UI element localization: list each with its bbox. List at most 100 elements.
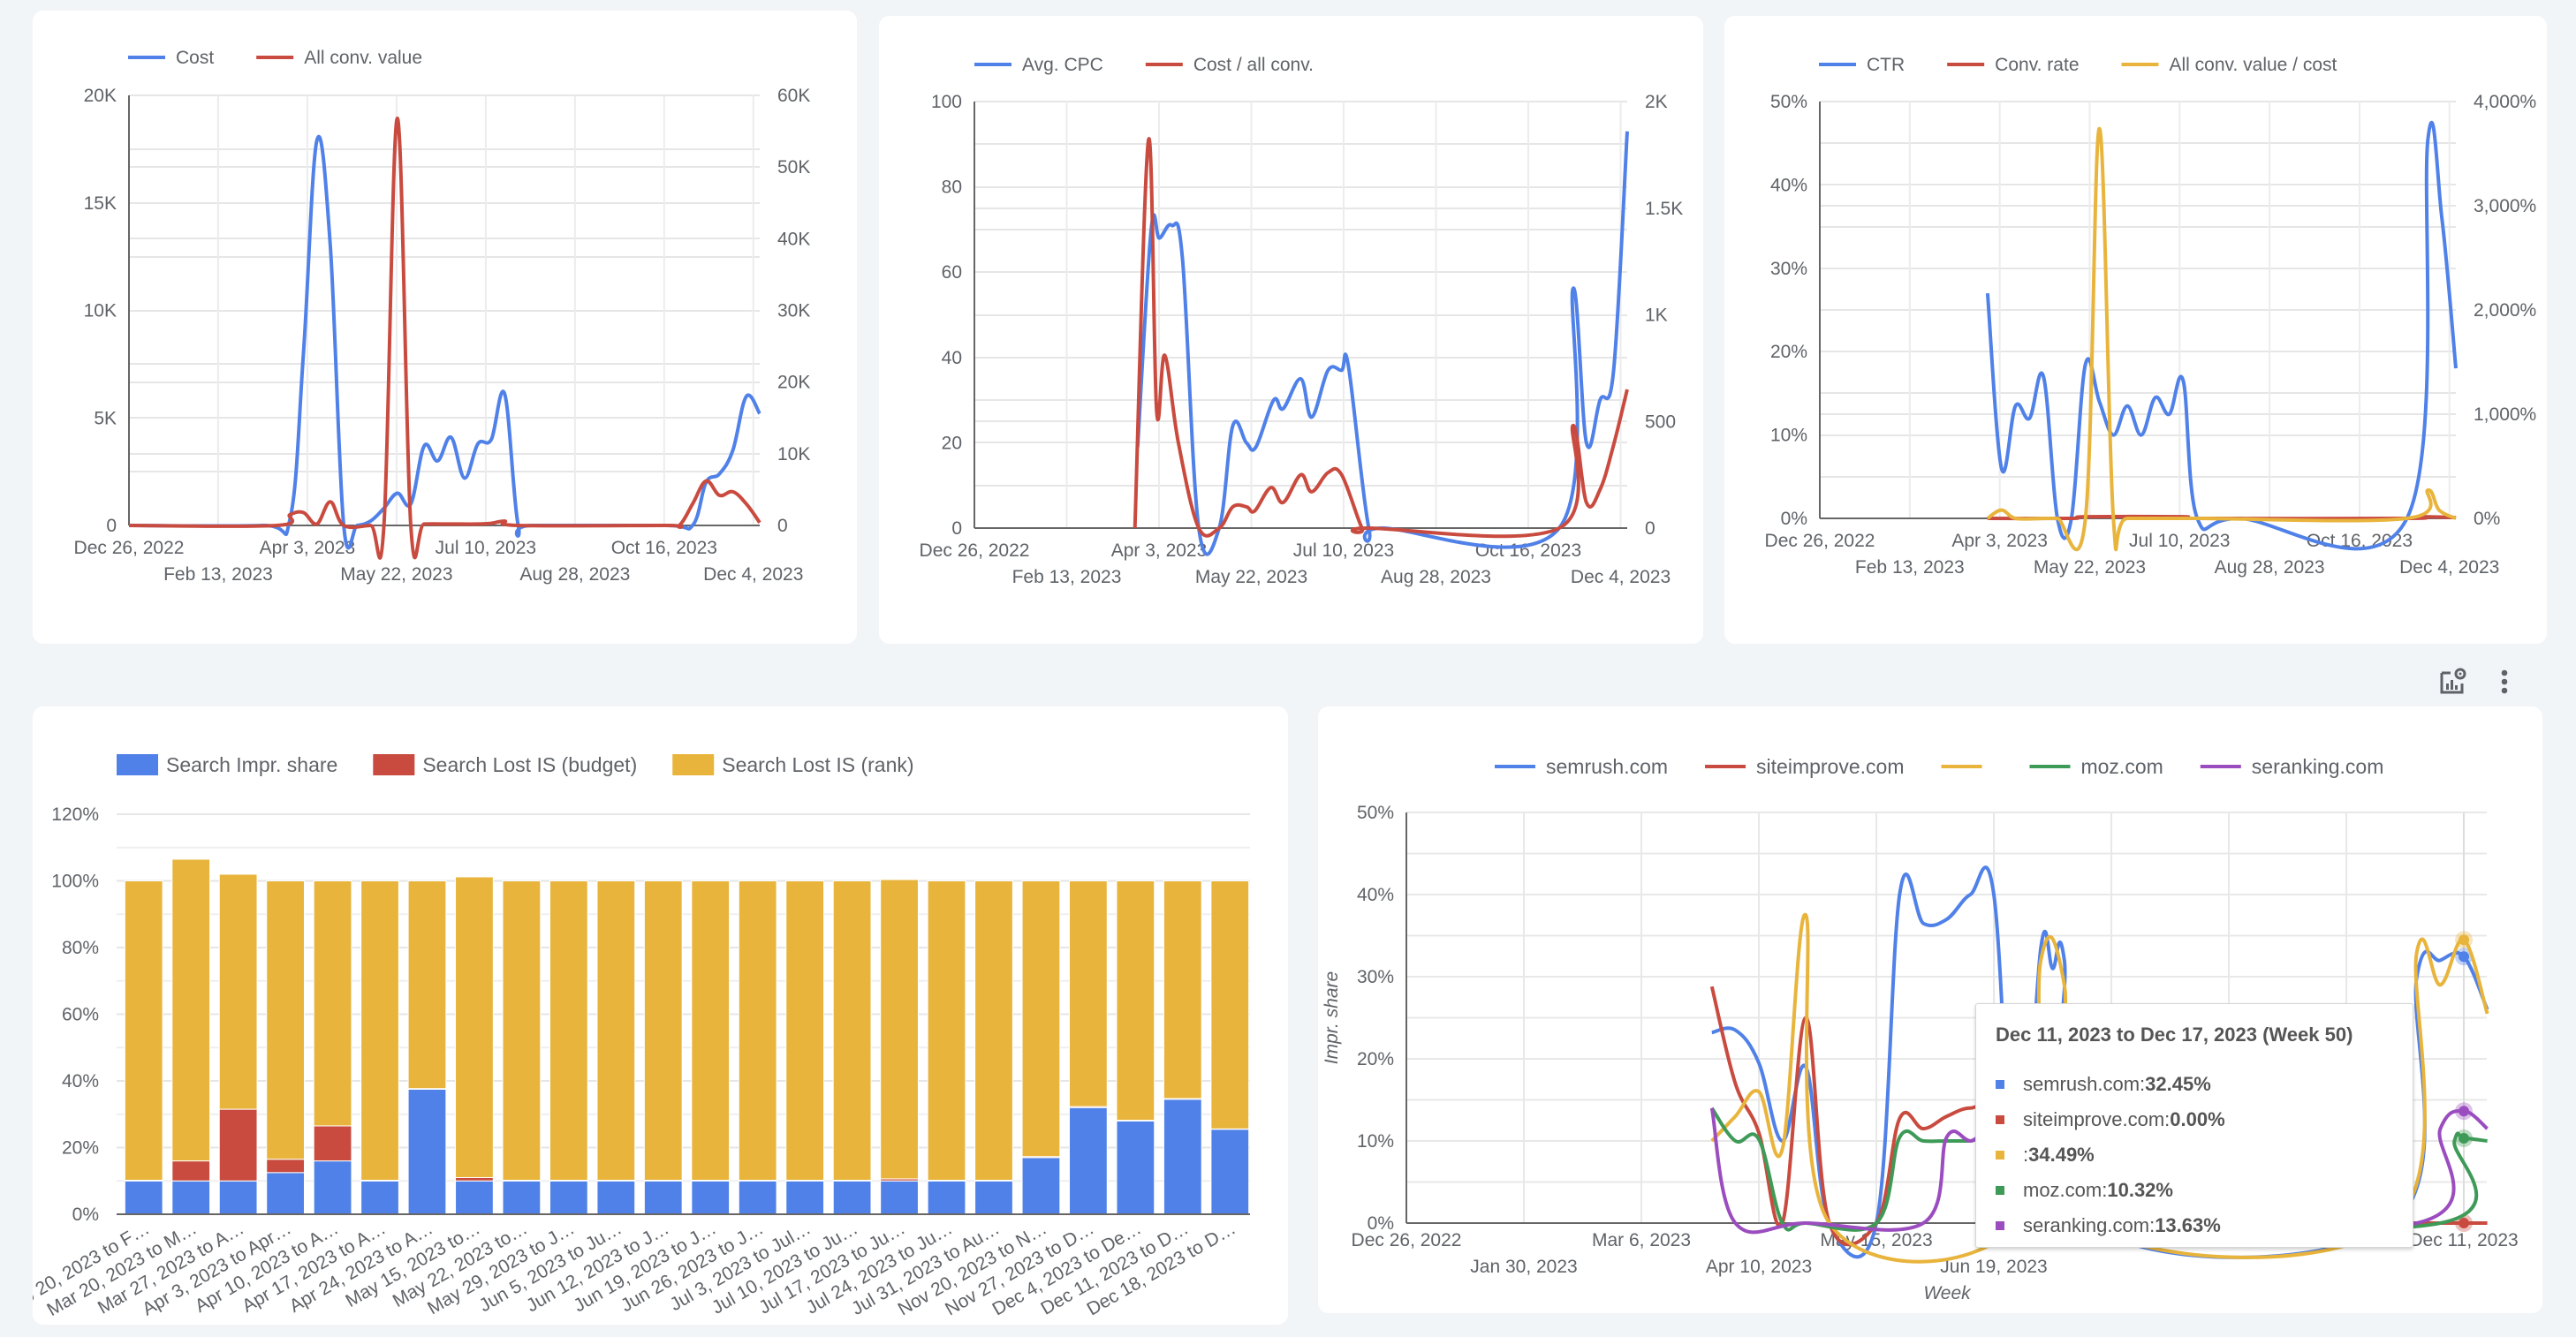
bar-segment (218, 1108, 258, 1182)
impression-share-bar-chart[interactable]: 0%20%40%60%80%100%120%Feb 20, 2023 to F…… (33, 706, 1288, 1325)
bar-segment (691, 1180, 731, 1215)
y-left-tick-label: 10% (1770, 426, 1807, 446)
bar-segment (974, 1180, 1013, 1215)
x-tick-label: Dec 11, 2023 (2409, 1230, 2518, 1250)
legend-label: CTR (1867, 55, 1905, 75)
bar-segment (171, 1160, 211, 1182)
tooltip-label: siteimprove.com: (2023, 1108, 2171, 1130)
bar-segment (124, 880, 163, 1181)
legend-label: Search Lost IS (budget) (422, 753, 637, 776)
bar-segment (313, 880, 352, 1127)
tooltip-value: 32.45% (2145, 1073, 2211, 1095)
y-left-tick-label: 15K (84, 193, 117, 214)
tooltip-value: 13.63% (2155, 1214, 2221, 1236)
y-left-tick-label: 20% (1770, 342, 1807, 362)
bar-segment (549, 1180, 588, 1215)
ctr-conv-rate-chart[interactable]: 0% 10% 20% 30% 40% 50% 0% 1,000% 2,000% 3,000% 4,0… (1724, 16, 2547, 644)
x-tick-label: Jul 10, 2023 (436, 538, 536, 558)
hover-point (2459, 1133, 2470, 1144)
y-left-tick-label: 40% (1770, 175, 1807, 195)
legend-label: All conv. value (304, 48, 422, 68)
bar-segment (407, 880, 447, 1090)
legend-label: Search Lost IS (rank) (722, 753, 913, 776)
y-left-tick-label: 0% (1781, 509, 1807, 529)
x-tick-label: Mar 6, 2023 (1592, 1230, 1691, 1250)
legend-swatch (1996, 1080, 2004, 1089)
tooltip-row-seranking: seranking.com: 13.63% (1996, 1214, 2221, 1237)
x-tick-label: Dec 26, 2022 (1352, 1230, 1462, 1250)
legend-swatch (1996, 1221, 2004, 1230)
bar-segment (974, 880, 1013, 1181)
x-tick-label: Aug 28, 2023 (2215, 557, 2325, 578)
bar-segment (643, 1180, 683, 1215)
series-line-all-conv-value (128, 117, 761, 560)
cpc-cost-per-conv-card: 0 20 40 60 80 100 0 500 1K 1.5K 2K Dec 26, 2022 Apr … (879, 16, 1703, 644)
y-right-tick-label: 10K (777, 444, 810, 465)
chart-settings-button[interactable] (2436, 664, 2471, 699)
legend-label: Cost / all conv. (1193, 55, 1314, 75)
bar-segment (407, 1088, 447, 1215)
x-tick-label: Jun 19, 2023 (1940, 1257, 2047, 1277)
x-tick-label: Feb 13, 2023 (1012, 567, 1122, 587)
cpc-cost-per-conv-chart[interactable]: 0 20 40 60 80 100 0 500 1K 1.5K 2K Dec 26, 2022 Apr … (879, 16, 1703, 644)
y-tick-label: 120% (51, 804, 99, 825)
y-left-tick-label: 0 (951, 518, 962, 539)
y-right-tick-label: 1K (1645, 306, 1668, 326)
cost-conv-value-chart[interactable]: 0 5K 10K 15K 20K 0 10K 20K 30K 40K 50K 60K Dec 26, 2… (33, 11, 857, 644)
y-left-tick-label: 100 (931, 92, 962, 112)
bar-segment (266, 1159, 305, 1174)
x-tick-label: Dec 26, 2022 (920, 540, 1030, 561)
series-line-avg-cpc (1135, 131, 1629, 556)
y-left-tick-label: 10K (84, 301, 117, 321)
bar-segment (171, 1180, 211, 1215)
hover-point (2459, 934, 2470, 946)
bar-segment (927, 1180, 966, 1215)
bar-segment (691, 880, 731, 1181)
tooltip-row-unnamed: : 34.49% (1996, 1144, 2095, 1167)
tooltip-row-siteimprove: siteimprove.com: 0.00% (1996, 1108, 2225, 1131)
x-tick-label: Dec 4, 2023 (703, 564, 803, 585)
bar-segment (1163, 1099, 1202, 1215)
legend-swatch (1996, 1186, 2004, 1195)
bar-segment (880, 879, 919, 1180)
bar-segment (1069, 1107, 1108, 1215)
bar-segment (266, 1172, 305, 1215)
y-left-tick-label: 40 (942, 348, 962, 368)
x-tick-label: Feb 13, 2023 (163, 564, 273, 585)
y-right-tick-label: 3,000% (2474, 196, 2536, 216)
x-tick-label: Dec 4, 2023 (1571, 567, 1671, 587)
tooltip-value: 0.00% (2170, 1108, 2225, 1130)
legend-label: Conv. rate (1995, 55, 2079, 75)
bar-segment (124, 1180, 163, 1215)
y-right-tick-label: 0 (1645, 518, 1655, 539)
bar-segment (832, 1180, 872, 1215)
bar-segment (455, 1180, 494, 1215)
y-left-tick-label: 50% (1770, 92, 1807, 112)
x-tick-label: Dec 4, 2023 (2399, 557, 2499, 578)
series-line-cost (128, 134, 761, 550)
bar-segment (785, 1180, 825, 1215)
bar-segment (596, 880, 636, 1181)
y-right-tick-label: 1,000% (2474, 404, 2536, 425)
more-options-button[interactable] (2487, 664, 2522, 699)
x-tick-label: Jul 10, 2023 (1293, 540, 1394, 561)
legend-label: Avg. CPC (1022, 55, 1103, 75)
bar-segment (266, 880, 305, 1160)
y-right-tick-label: 20K (777, 373, 810, 393)
bar-segment (1210, 880, 1250, 1129)
x-tick-label: May 22, 2023 (2034, 557, 2146, 578)
bar-segment (738, 880, 777, 1181)
y-right-tick-label: 40K (777, 229, 810, 249)
bar-segment (313, 1125, 352, 1162)
bar-segment (360, 1180, 399, 1215)
y-left-tick-label: 80 (942, 178, 962, 198)
tooltip-value: 34.49% (2028, 1144, 2095, 1166)
bar-segment (832, 880, 872, 1181)
hover-point (2459, 951, 2470, 963)
hover-point (2459, 1218, 2470, 1228)
legend-swatch (672, 754, 715, 775)
bar-segment (1021, 880, 1061, 1158)
bar-segment (1116, 1120, 1155, 1215)
bar-segment (927, 880, 966, 1181)
tooltip-row-semrush: semrush.com: 32.45% (1996, 1073, 2211, 1096)
